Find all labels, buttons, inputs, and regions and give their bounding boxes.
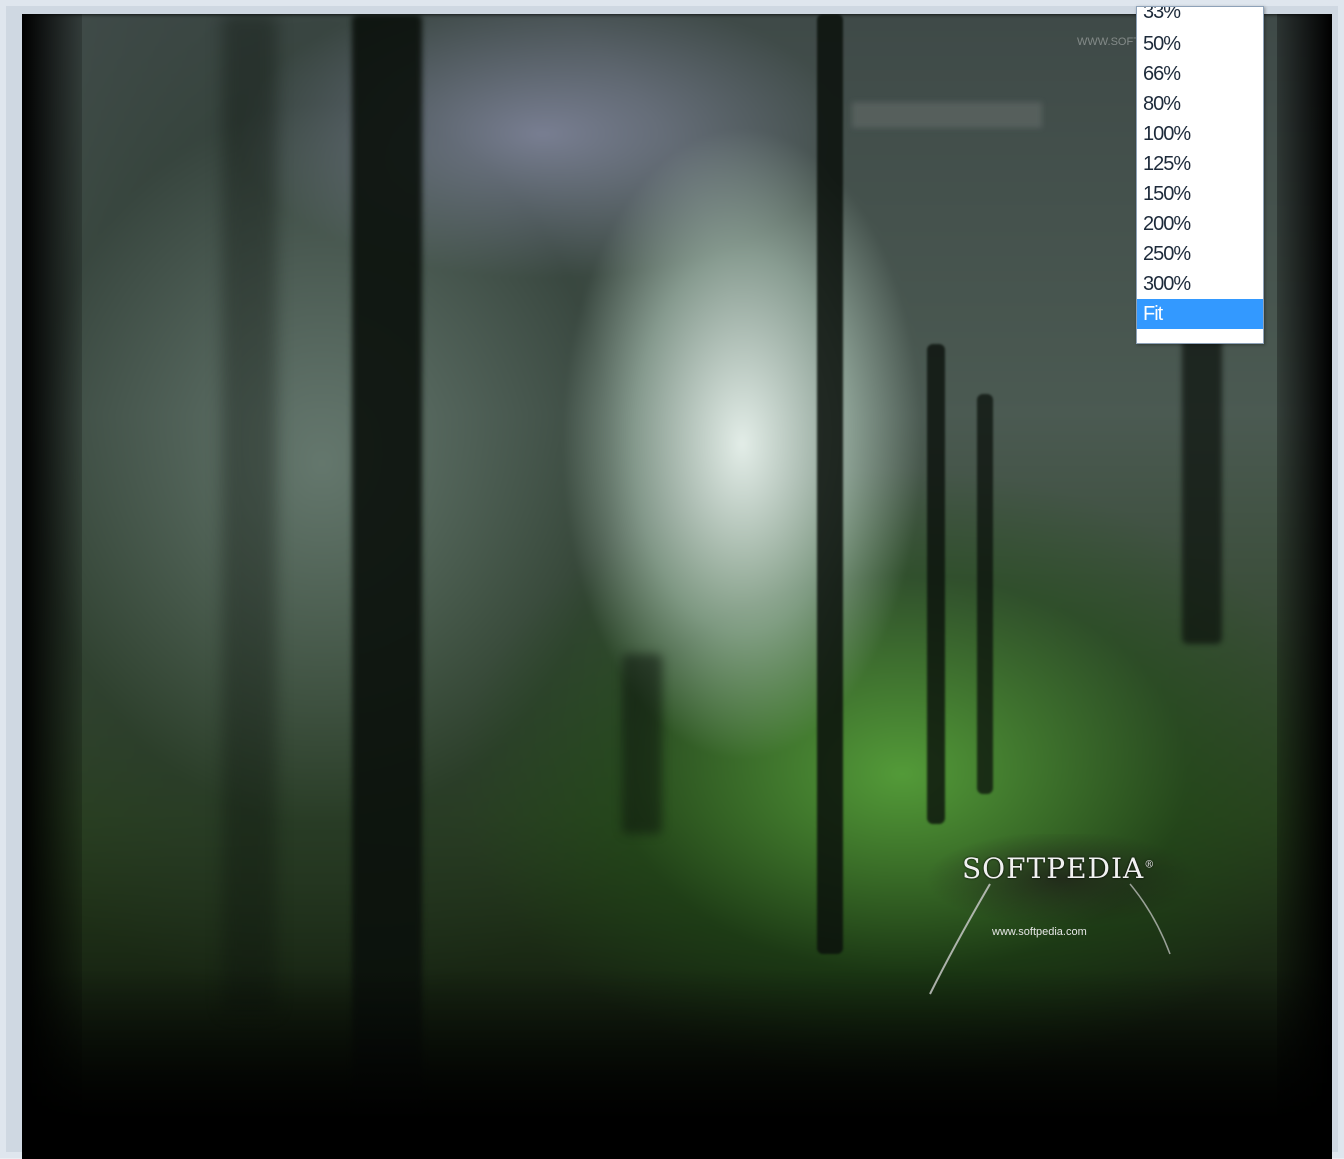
viewer-window-frame: WWW.SOFTPEDIA.COM SOFTPEDIA® www.softped… (0, 0, 1344, 1159)
zoom-option[interactable]: 300% (1137, 269, 1263, 299)
zoom-option[interactable]: 50% (1137, 29, 1263, 59)
tree-trunk (222, 14, 277, 1014)
zoom-option[interactable]: 250% (1137, 239, 1263, 269)
tree-trunk (817, 14, 843, 954)
tree-trunk (977, 394, 993, 794)
zoom-option[interactable]: 150% (1137, 179, 1263, 209)
zoom-option[interactable]: 200% (1137, 209, 1263, 239)
zoom-dropdown-list[interactable]: 33% 50% 66% 80% 100% 125% 150% 200% 250% 300% Fit (1136, 6, 1264, 344)
watermark-url: www.softpedia.com (992, 926, 1087, 938)
faint-overlay-bar (852, 102, 1042, 128)
zoom-option[interactable]: Fit (1137, 299, 1263, 329)
tree-trunk (622, 654, 662, 834)
zoom-option[interactable]: 80% (1137, 89, 1263, 119)
watermark-title: SOFTPEDIA® (962, 852, 1156, 885)
zoom-option[interactable]: 33% (1137, 7, 1263, 29)
softpedia-watermark: SOFTPEDIA® www.softpedia.com (902, 834, 1222, 995)
zoom-option[interactable]: 100% (1137, 119, 1263, 149)
zoom-option[interactable]: 66% (1137, 59, 1263, 89)
zoom-option[interactable]: 125% (1137, 149, 1263, 179)
tree-trunk (927, 344, 945, 824)
tree-trunk (1182, 314, 1222, 644)
